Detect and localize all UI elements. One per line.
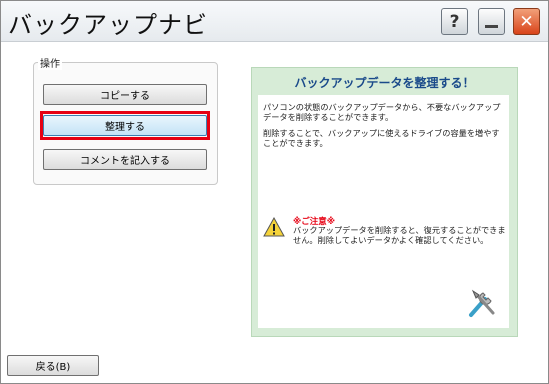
panel-description: パソコンの状態のバックアップデータから、不要なバックアップデータを削除することが… bbox=[263, 102, 507, 154]
close-icon: ✕ bbox=[519, 11, 534, 32]
minimize-button[interactable] bbox=[478, 8, 505, 35]
operations-group: 操作 コピーする 整理する コメントを記入する bbox=[33, 55, 218, 185]
panel-title: バックアップデータを整理する！ bbox=[294, 76, 475, 90]
panel-body: パソコンの状態のバックアップデータから、不要なバックアップデータを削除することが… bbox=[258, 95, 509, 328]
minimize-icon bbox=[485, 24, 498, 28]
description-paragraph-2: 削除することで、バックアップに使えるドライブの容量を増やすことができます。 bbox=[263, 128, 500, 148]
main-content: 操作 コピーする 整理する コメントを記入する バックアップデータを整理する！ … bbox=[1, 42, 548, 383]
caution-block: ※ご注意※ バックアップデータを削除すると、復元することができません。削除してよ… bbox=[263, 215, 507, 255]
operations-group-label: 操作 bbox=[38, 55, 62, 70]
help-icon: ? bbox=[449, 11, 460, 32]
organize-button[interactable]: 整理する bbox=[43, 115, 207, 136]
back-button[interactable]: 戻る(B) bbox=[7, 355, 99, 376]
tools-icon bbox=[469, 289, 495, 317]
warning-icon bbox=[263, 217, 285, 237]
description-paragraph-1: パソコンの状態のバックアップデータから、不要なバックアップデータを削除することが… bbox=[263, 102, 501, 122]
caution-text: バックアップデータを削除すると、復元することができません。削除してよいデータかよ… bbox=[293, 225, 506, 245]
title-bar: バックアップナビ ? ✕ bbox=[1, 1, 548, 42]
help-button[interactable]: ? bbox=[441, 8, 468, 35]
add-comment-button[interactable]: コメントを記入する bbox=[43, 149, 207, 170]
app-window: バックアップナビ ? ✕ 操作 コピーする 整理する コメントを記入する バック… bbox=[0, 0, 549, 384]
info-panel: バックアップデータを整理する！ パソコンの状態のバックアップデータから、不要なバ… bbox=[251, 67, 518, 337]
app-title: バックアップナビ bbox=[8, 11, 208, 39]
copy-button[interactable]: コピーする bbox=[43, 84, 207, 105]
close-button[interactable]: ✕ bbox=[513, 8, 540, 35]
